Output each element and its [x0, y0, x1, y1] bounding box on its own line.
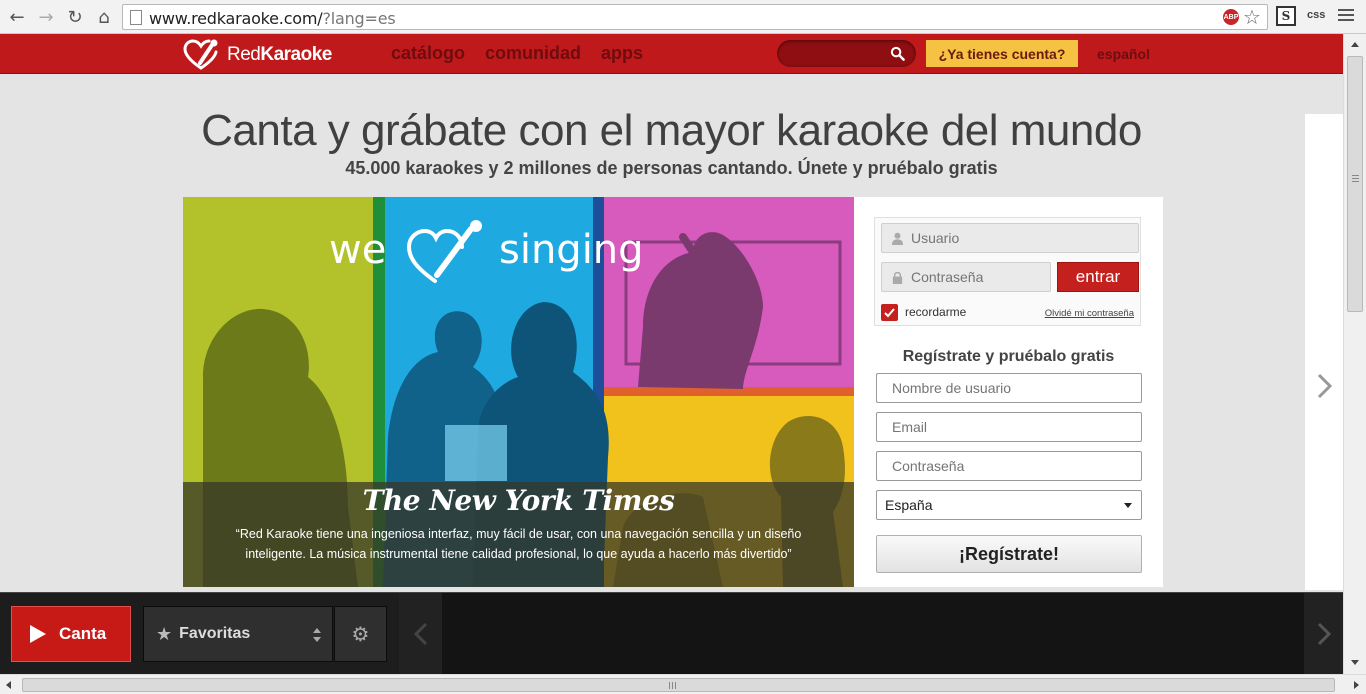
address-url[interactable]: www.redkaraoke.com/?lang=es [149, 9, 396, 28]
user-icon [891, 232, 904, 245]
chevron-right-icon [1317, 622, 1331, 646]
forgot-password-link[interactable]: Olvidé mi contraseña [1045, 308, 1134, 319]
track-carousel [399, 593, 1343, 675]
register-username-field [876, 373, 1142, 403]
slogan-we: we [329, 227, 386, 273]
bookmark-star-icon[interactable]: ☆ [1243, 5, 1261, 29]
password-input[interactable] [911, 268, 1046, 286]
auth-panel: entrar recordarme Olvidé mi contraseña R… [854, 197, 1163, 587]
have-account-button[interactable]: ¿Ya tienes cuenta? [926, 40, 1078, 67]
quote-source: The New York Times [362, 484, 675, 517]
scroll-down-icon[interactable] [1351, 660, 1359, 665]
logo-text: RedKaraoke [227, 44, 332, 65]
password-field [881, 262, 1051, 292]
remember-label: recordarme [905, 305, 967, 319]
scroll-right-icon[interactable] [1354, 681, 1359, 689]
favorites-dropdown[interactable]: ★ Favoritas [143, 606, 333, 662]
vertical-scroll-thumb[interactable] [1347, 56, 1363, 312]
search-icon[interactable] [890, 46, 905, 61]
carousel-next-button[interactable] [1304, 593, 1343, 675]
browser-menu-icon[interactable] [1338, 9, 1354, 24]
settings-button[interactable]: ⚙ [334, 606, 387, 662]
favorites-label: Favoritas [179, 625, 251, 642]
hero-banner: we singing The New York Times “Red Karao… [183, 197, 854, 587]
home-icon[interactable]: ⌂ [92, 5, 116, 29]
star-icon: ★ [156, 623, 173, 645]
horizontal-scrollbar[interactable] [0, 674, 1366, 694]
sing-button[interactable]: Canta [11, 606, 131, 662]
play-icon [30, 625, 46, 643]
country-select[interactable]: España [876, 490, 1142, 520]
horizontal-scroll-thumb[interactable] [22, 678, 1335, 692]
scroll-left-icon[interactable] [6, 681, 11, 689]
carousel-prev-button[interactable] [399, 593, 442, 675]
register-password-field [876, 451, 1142, 481]
site-header: RedKaraoke catálogo comunidad apps ¿Ya t… [0, 34, 1343, 74]
country-selected-value: España [885, 497, 933, 513]
back-icon[interactable]: ← [5, 5, 29, 29]
login-form: entrar recordarme Olvidé mi contraseña [874, 217, 1141, 326]
next-slide-panel [1305, 114, 1343, 590]
search-input[interactable] [787, 43, 887, 63]
quote-text: “Red Karaoke tiene una ingeniosa interfa… [235, 527, 802, 561]
browser-toolbar: ← → ↻ ⌂ www.redkaraoke.com/?lang=es ABP … [0, 0, 1366, 34]
check-icon [884, 307, 895, 317]
reload-icon[interactable]: ↻ [63, 5, 87, 29]
forward-icon[interactable]: → [34, 5, 58, 29]
gear-icon: ⚙ [351, 622, 370, 646]
sort-arrows-icon [313, 628, 321, 642]
dropdown-caret-icon [1124, 503, 1132, 508]
scroll-up-icon[interactable] [1351, 42, 1359, 47]
page-subtitle: 45.000 karaokes y 2 millones de personas… [345, 158, 998, 178]
site-search [777, 40, 916, 67]
main-nav: catálogo comunidad apps [391, 43, 643, 64]
chevron-left-icon [413, 622, 427, 646]
sing-label: Canta [59, 624, 107, 643]
username-input[interactable] [911, 229, 1116, 247]
vertical-scrollbar[interactable] [1343, 34, 1366, 674]
extension-css-icon[interactable]: css [1307, 9, 1325, 21]
site-logo[interactable]: RedKaraoke [183, 39, 332, 71]
language-selector[interactable]: español [1097, 46, 1150, 62]
register-email-field [876, 412, 1142, 442]
nav-catalog[interactable]: catálogo [391, 43, 465, 64]
chevron-right-icon[interactable] [1316, 372, 1334, 400]
address-bar[interactable]: www.redkaraoke.com/?lang=es ABP ☆ [122, 4, 1268, 30]
username-field [881, 223, 1139, 253]
register-button[interactable]: ¡Regístrate! [876, 535, 1142, 573]
adblock-icon[interactable]: ABP [1223, 9, 1239, 25]
login-button[interactable]: entrar [1057, 262, 1139, 292]
register-title: Regístrate y pruébalo gratis [902, 348, 1115, 365]
lock-icon [892, 271, 903, 284]
register-email-input[interactable] [892, 418, 1122, 436]
page-icon [130, 10, 142, 25]
remember-checkbox[interactable] [881, 304, 898, 321]
nav-community[interactable]: comunidad [485, 43, 581, 64]
player-bar: Canta ★ Favoritas ⚙ [0, 592, 1343, 675]
nav-apps[interactable]: apps [601, 43, 643, 64]
heart-mic-logo-icon [183, 39, 218, 70]
register-password-input[interactable] [892, 457, 1122, 475]
extension-s-icon[interactable]: S [1276, 6, 1296, 26]
slogan-singing: singing [499, 227, 644, 273]
page-title: Canta y grábate con el mayor karaoke del… [201, 106, 1142, 155]
register-username-input[interactable] [892, 379, 1122, 397]
